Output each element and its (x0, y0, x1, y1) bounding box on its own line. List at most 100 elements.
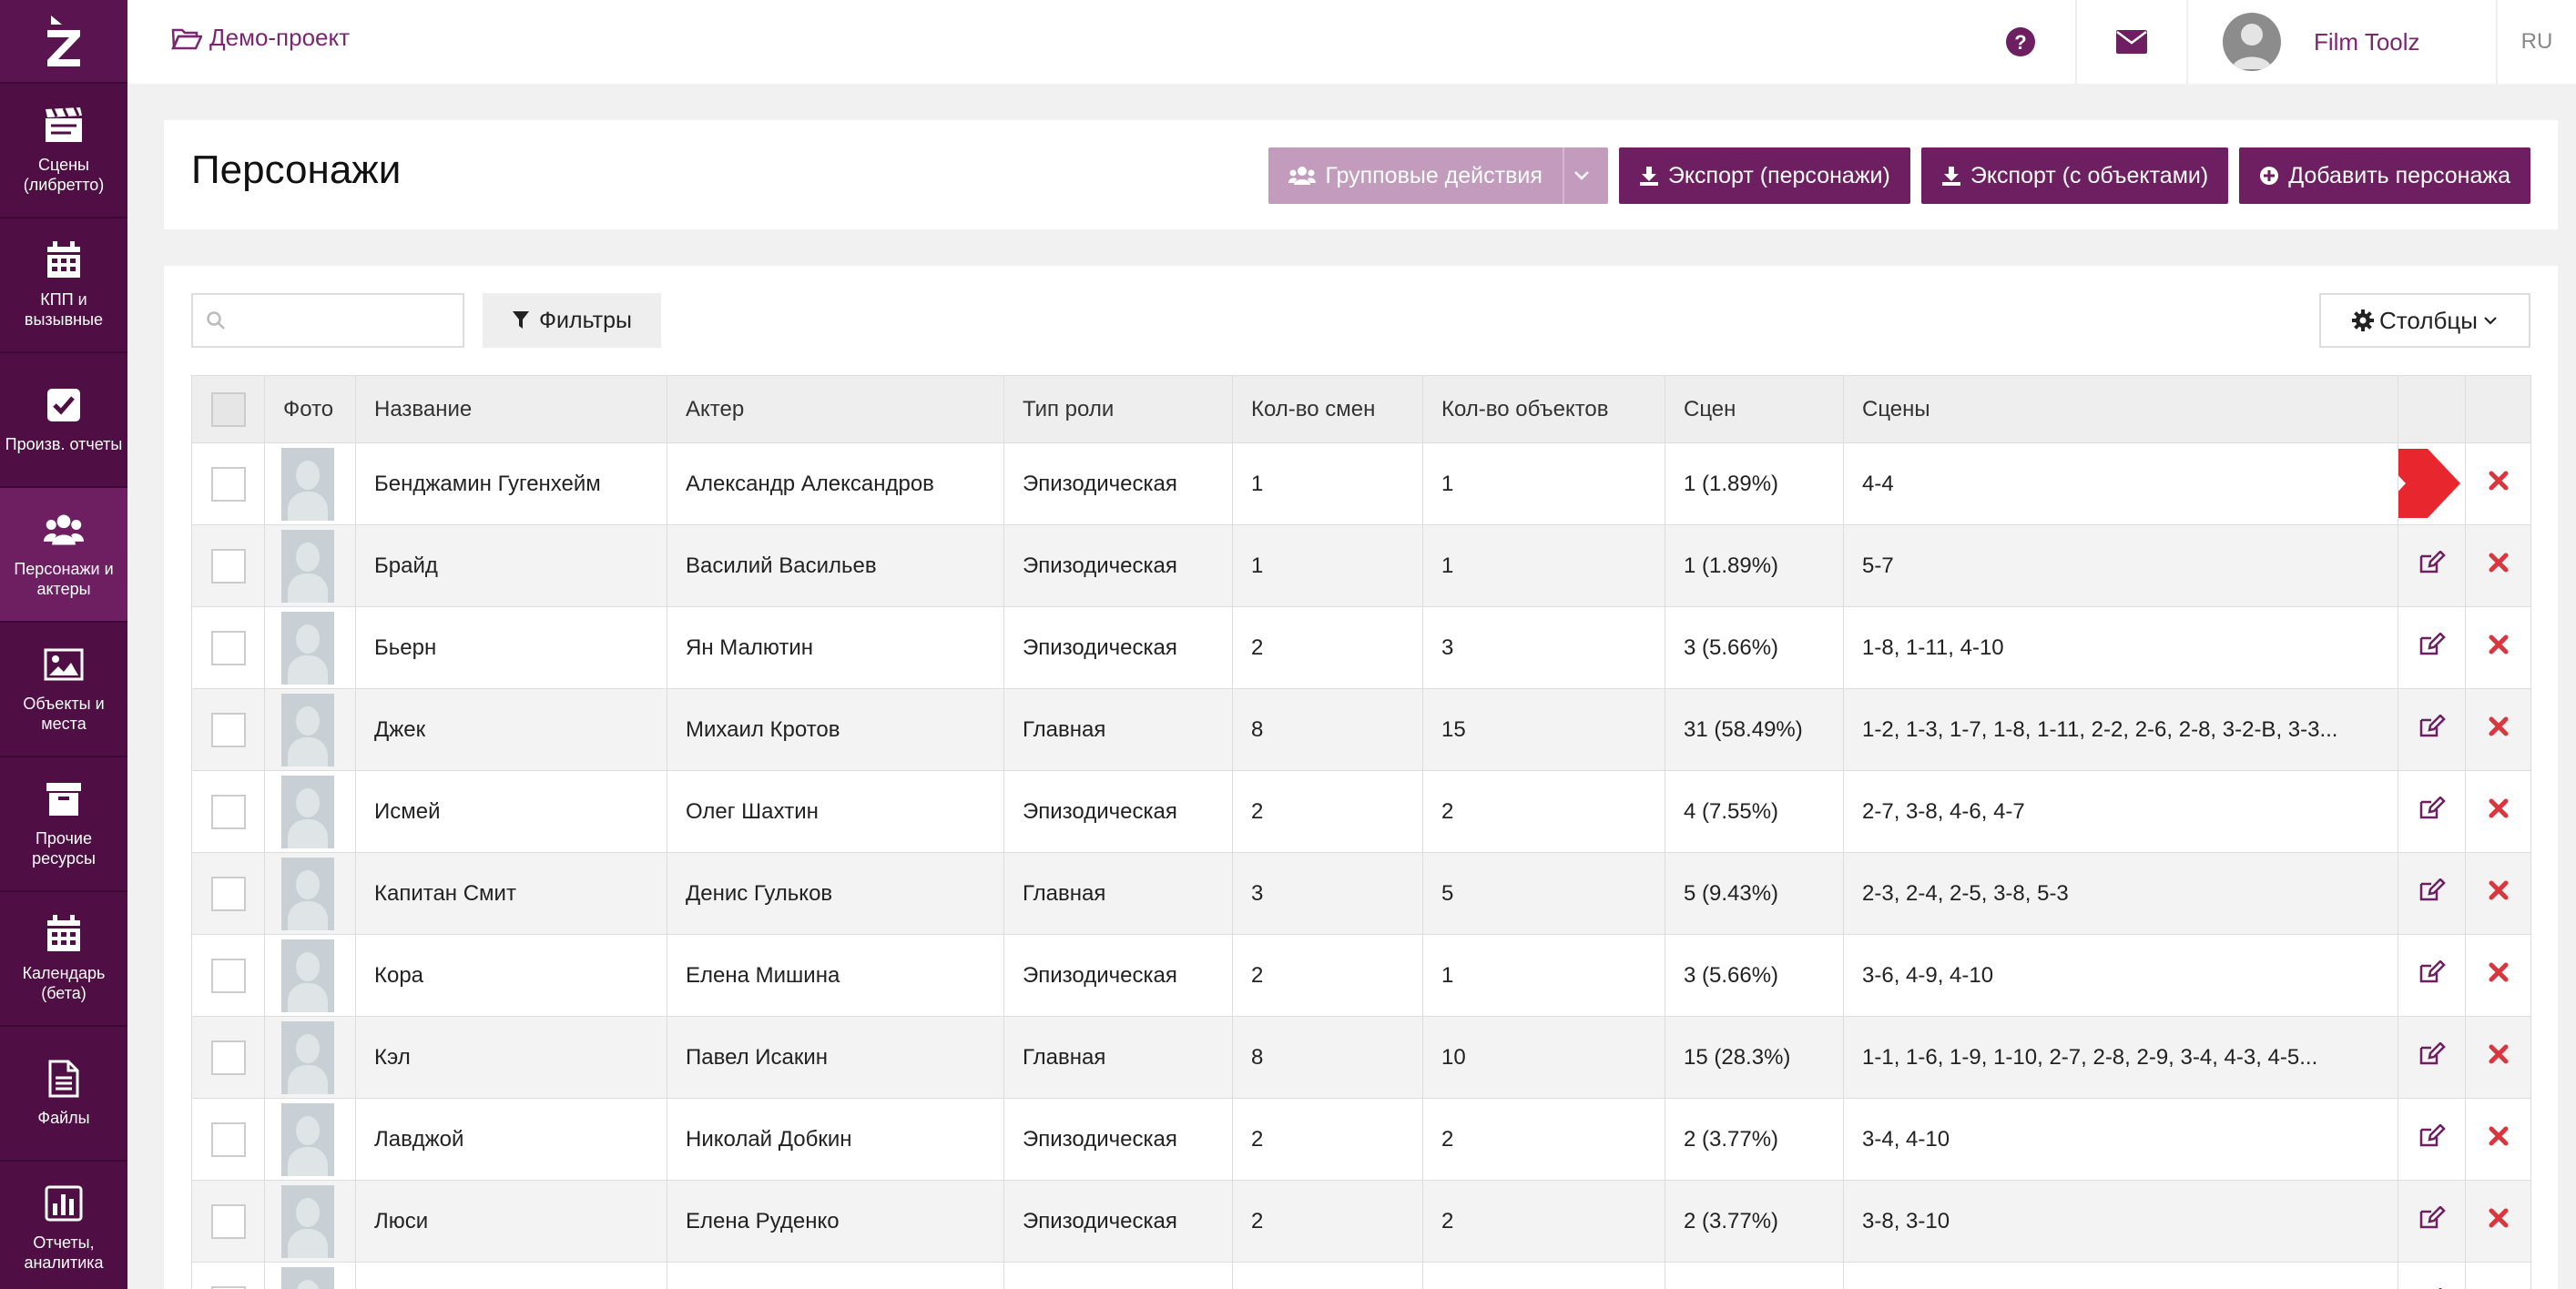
select-all-header[interactable] (191, 375, 265, 443)
actor-name[interactable]: Александр Александров (667, 442, 1004, 525)
sidebar-item-2[interactable]: КПП и вызывные (0, 218, 127, 353)
table-row[interactable]: Бенджамин Гугенхейм Александр Александров… (191, 442, 2531, 525)
row-checkbox[interactable] (210, 1040, 246, 1075)
row-checkbox[interactable] (210, 1122, 246, 1157)
edit-icon[interactable] (2418, 959, 2446, 990)
row-select-cell[interactable] (191, 524, 265, 607)
character-name[interactable]: Джек (355, 688, 667, 771)
table-row[interactable]: Исмей Олег Шахтин Эпизодическая 2 2 4 (7.55%)… (191, 770, 2531, 853)
character-name[interactable]: Исмей (355, 770, 667, 853)
edit-icon[interactable] (2418, 550, 2446, 581)
table-row[interactable]: Кэл Павел Исакин Главная 8 10 15 (28.3%) 1-1, … (191, 1016, 2531, 1099)
column-header[interactable]: Фото (264, 375, 356, 443)
export-objects-button[interactable]: Экспорт (с объектами) (1920, 147, 2229, 204)
select-all-checkbox[interactable] (210, 391, 246, 427)
group-actions-dropdown[interactable] (1564, 147, 1608, 204)
character-name[interactable]: Брайд (355, 524, 667, 607)
search-box[interactable] (191, 293, 464, 348)
delete-cell[interactable] (2465, 688, 2531, 771)
delete-cell[interactable] (2465, 852, 2531, 935)
column-header[interactable]: Сцен (1665, 375, 1844, 443)
edit-cell[interactable] (2398, 1262, 2466, 1289)
delete-cell[interactable] (2465, 1098, 2531, 1181)
edit-cell[interactable] (2398, 688, 2466, 771)
edit-cell[interactable] (2398, 770, 2466, 853)
row-checkbox[interactable] (210, 712, 246, 747)
sidebar-item-8[interactable]: Файлы (0, 1027, 127, 1162)
table-row[interactable]: Кора Елена Мишина Эпизодическая 2 1 3 (5.66%)… (191, 934, 2531, 1017)
actor-name[interactable]: Денис Гульков (667, 852, 1004, 935)
group-actions-button[interactable]: Групповые действия (1268, 147, 1608, 204)
character-name[interactable]: Бенджамин Гугенхейм (355, 442, 667, 525)
sidebar-item-3[interactable]: Произв. отчеты (0, 353, 127, 488)
delete-cell[interactable] (2465, 524, 2531, 607)
row-select-cell[interactable] (191, 606, 265, 689)
character-name[interactable]: Кэл (355, 1016, 667, 1099)
column-header[interactable]: Сцены (1843, 375, 2398, 443)
actor-name[interactable]: Ян Малютин (667, 606, 1004, 689)
sidebar-item-6[interactable]: Прочие ресурсы (0, 757, 127, 892)
help-button[interactable]: ? (1966, 0, 2075, 84)
edit-icon[interactable] (2418, 632, 2446, 663)
delete-cell[interactable] (2465, 1180, 2531, 1263)
row-checkbox[interactable] (210, 630, 246, 665)
delete-icon[interactable] (2489, 1044, 2509, 1071)
search-input[interactable] (233, 309, 452, 332)
row-select-cell[interactable] (191, 688, 265, 771)
edit-cell[interactable] (2398, 934, 2466, 1017)
edit-icon[interactable] (2418, 796, 2446, 827)
edit-icon[interactable] (2418, 714, 2446, 745)
delete-cell[interactable] (2465, 1016, 2531, 1099)
filters-button[interactable]: Фильтры (483, 293, 661, 348)
table-row[interactable]: Брайд Василий Васильев Эпизодическая 1 1 1 (1… (191, 524, 2531, 607)
table-row[interactable]: Джек Михаил Кротов Главная 8 15 31 (58.49%) 1-… (191, 688, 2531, 771)
delete-icon[interactable] (2489, 1208, 2509, 1234)
export-characters-button[interactable]: Экспорт (персонажи) (1618, 147, 1910, 204)
actor-name[interactable]: Василий Васильев (667, 524, 1004, 607)
column-header[interactable]: Название (355, 375, 667, 443)
add-character-button[interactable]: Добавить персонажа (2239, 147, 2530, 204)
delete-cell[interactable] (2465, 606, 2531, 689)
user-menu[interactable]: Film Toolz (2186, 0, 2496, 84)
delete-icon[interactable] (2489, 716, 2509, 743)
edit-cell[interactable] (2398, 1098, 2466, 1181)
table-row[interactable] (191, 1262, 2531, 1289)
row-select-cell[interactable] (191, 1180, 265, 1263)
character-name[interactable]: Люси (355, 1180, 667, 1263)
delete-cell[interactable] (2465, 770, 2531, 853)
row-select-cell[interactable] (191, 1016, 265, 1099)
app-logo[interactable] (0, 0, 127, 84)
project-link[interactable]: Демо-проект (171, 24, 350, 52)
actor-name[interactable]: Павел Исакин (667, 1016, 1004, 1099)
delete-icon[interactable] (2489, 1126, 2509, 1152)
delete-cell[interactable] (2465, 934, 2531, 1017)
table-row[interactable]: Бьерн Ян Малютин Эпизодическая 2 3 3 (5.66%) 1… (191, 606, 2531, 689)
edit-cell[interactable] (2398, 1016, 2466, 1099)
character-name[interactable]: Лавджой (355, 1098, 667, 1181)
row-checkbox[interactable] (210, 548, 246, 584)
delete-icon[interactable] (2489, 471, 2509, 497)
edit-icon[interactable] (2418, 1041, 2446, 1072)
sidebar-item-4[interactable]: Персонажи и актеры (0, 488, 127, 623)
character-name[interactable]: Кора (355, 934, 667, 1017)
edit-cell[interactable] (2398, 524, 2466, 607)
edit-cell[interactable] (2398, 1180, 2466, 1263)
table-row[interactable]: Капитан Смит Денис Гульков Главная 3 5 5 (9.4… (191, 852, 2531, 935)
row-checkbox[interactable] (210, 794, 246, 829)
edit-cell[interactable] (2398, 606, 2466, 689)
messages-button[interactable] (2075, 0, 2186, 84)
row-select-cell[interactable] (191, 934, 265, 1017)
character-name[interactable]: Бьерн (355, 606, 667, 689)
row-checkbox[interactable] (210, 1203, 246, 1239)
edit-icon[interactable] (2418, 878, 2446, 908)
actor-name[interactable]: Михаил Кротов (667, 688, 1004, 771)
table-row[interactable]: Люси Елена Руденко Эпизодическая 2 2 2 (3.77%… (191, 1180, 2531, 1263)
row-select-cell[interactable] (191, 1098, 265, 1181)
actor-name[interactable]: Олег Шахтин (667, 770, 1004, 853)
row-checkbox[interactable] (210, 876, 246, 911)
row-select-cell[interactable] (191, 1262, 265, 1289)
character-name[interactable] (355, 1262, 667, 1289)
delete-cell[interactable] (2465, 442, 2531, 525)
language-switch[interactable]: RU (2496, 0, 2576, 84)
sidebar-item-1[interactable]: Сцены (либретто) (0, 84, 127, 218)
